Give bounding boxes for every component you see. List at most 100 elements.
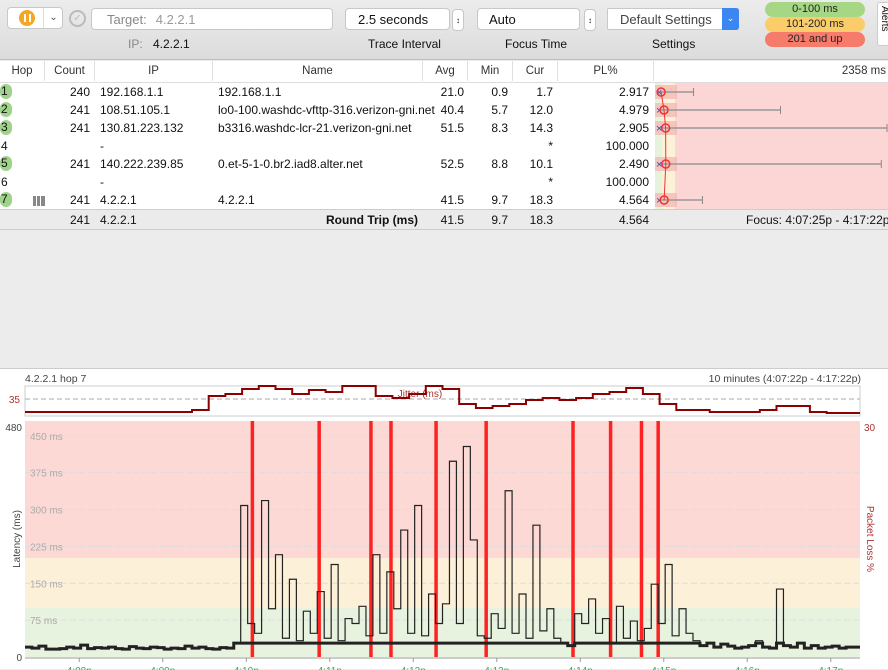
cell-hop: 3 (0, 120, 12, 135)
pl-top: 30 (864, 423, 876, 434)
time-tick: 4:12p (401, 666, 426, 670)
col-name[interactable]: Name (213, 61, 423, 81)
settings-select[interactable]: Default Settings ⌄ (607, 8, 739, 30)
cell-ip: 108.51.105.1 (100, 103, 171, 117)
col-cur[interactable]: Cur (513, 61, 558, 81)
latency-bars-chart: ××××× (655, 83, 888, 209)
cell-name: 192.168.1.1 (218, 85, 282, 99)
time-tick: 4:15p (651, 666, 676, 670)
empty-area (0, 229, 888, 368)
gridline-label: 375 ms (30, 469, 63, 480)
toolbar: ⌄ ✓ Target: 4.2.2.1 IP: 4.2.2.1 2.5 seco… (0, 0, 888, 60)
cell-hop: 6 (1, 175, 8, 189)
y-zero: 0 (16, 653, 22, 664)
pause-button[interactable]: ⌄ (7, 7, 63, 29)
alerts-tab[interactable]: Alerts (877, 2, 888, 46)
cell-ip: - (100, 175, 104, 189)
cell-hop: 7 (0, 192, 12, 207)
cell-min: 0.9 (491, 85, 508, 99)
trace-interval-select[interactable]: 2.5 seconds (345, 8, 450, 30)
legend-0-100: 0-100 ms (765, 2, 865, 17)
col-hop[interactable]: Hop (0, 61, 45, 81)
legend-201-up: 201 and up (765, 32, 865, 47)
cell-pl: 100.000 (605, 175, 649, 189)
cell-ip: 130.81.223.132 (100, 121, 184, 135)
summary-pl: 4.564 (618, 213, 649, 227)
cell-cur: 10.1 (529, 157, 553, 171)
packet-loss-marker (484, 421, 488, 657)
cell-cur: * (548, 175, 553, 189)
cell-ip: 192.168.1.1 (100, 85, 164, 99)
cell-ip: 140.222.239.85 (100, 157, 184, 171)
summary-label: Round Trip (ms) (326, 213, 418, 227)
target-label: Target: (107, 11, 147, 27)
col-count[interactable]: Count (45, 61, 95, 81)
target-input[interactable]: 4.2.2.1 (156, 12, 196, 27)
cell-count: 241 (69, 193, 90, 207)
settings-value: Default Settings (620, 11, 712, 27)
hop-row[interactable]: 1 240 192.168.1.1 192.168.1.1 21.0 0.9 1.7 2.91… (0, 83, 655, 101)
cell-min: 8.8 (491, 157, 508, 171)
packet-loss-marker (317, 421, 321, 657)
cell-pl: 2.905 (618, 121, 649, 135)
cell-count: 240 (69, 85, 90, 99)
focus-time-select[interactable]: Auto (477, 8, 580, 30)
cell-min: 9.7 (491, 193, 508, 207)
hop-row[interactable]: 6 - * 100.000 (0, 173, 655, 191)
cell-hop: 2 (0, 102, 12, 117)
hop-row[interactable]: 2 241 108.51.105.1 lo0-100.washdc-vfttp-316… (0, 101, 655, 119)
col-avg[interactable]: Avg (423, 61, 468, 81)
summary-ip: 4.2.2.1 (100, 213, 137, 227)
hop-table: Hop Count IP Name Avg Min Cur PL% 2358 m… (0, 61, 888, 229)
cell-count: 241 (69, 103, 90, 117)
cell-cur: 12.0 (529, 103, 553, 117)
cell-count: 241 (69, 121, 90, 135)
summary-cur: 18.3 (529, 213, 553, 227)
time-tick: 4:16p (735, 666, 760, 670)
gridline-label: 75 ms (30, 616, 57, 627)
settings-label: Settings (652, 37, 696, 51)
trace-interval-stepper[interactable]: ↕ (452, 9, 464, 31)
col-pl[interactable]: PL% (558, 61, 654, 81)
jitter-tick: 35 (9, 395, 21, 406)
time-tick: 4:10p (234, 666, 259, 670)
chevron-down-icon[interactable]: ⌄ (722, 8, 739, 30)
gridline-label: 225 ms (30, 542, 63, 553)
focus-time-value: Auto (489, 11, 516, 27)
hop-row[interactable]: 4 - * 100.000 (0, 137, 655, 155)
y-top: 480 (5, 423, 22, 434)
cell-pl: 4.979 (618, 103, 649, 117)
packet-loss-marker (369, 421, 373, 657)
cell-hop: 4 (1, 139, 8, 153)
summary-avg: 41.5 (440, 213, 464, 227)
target-field[interactable]: Target: 4.2.2.1 (91, 8, 333, 30)
graph-icon[interactable] (33, 196, 45, 206)
hop-row[interactable]: 5 241 140.222.239.85 0.et-5-1-0.br2.iad8.al… (0, 155, 655, 173)
cell-count: 241 (69, 157, 90, 171)
latency-chart[interactable]: 35 Jitter (ms) 450 ms375 ms300 ms225 ms1… (0, 369, 888, 670)
cell-avg: 21.0 (440, 85, 464, 99)
summary-count: 241 (69, 213, 90, 227)
col-min[interactable]: Min (468, 61, 513, 81)
hop-row[interactable]: 7 241 4.2.2.1 4.2.2.1 41.5 9.7 18.3 4.564 (0, 191, 655, 209)
cell-cur: * (548, 139, 553, 153)
check-icon[interactable]: ✓ (69, 10, 86, 27)
chevron-down-icon[interactable]: ⌄ (43, 8, 63, 28)
summary-min: 9.7 (491, 213, 508, 227)
cell-pl: 100.000 (605, 139, 649, 153)
cell-min: 5.7 (491, 103, 508, 117)
latency-graph-panel: 4.2.2.1 hop 7 10 minutes (4:07:22p - 4:1… (0, 368, 888, 670)
hop-row[interactable]: 3 241 130.81.223.132 b3316.washdc-lcr-21.ve… (0, 119, 655, 137)
packet-loss-marker (639, 421, 644, 657)
focus-time-stepper[interactable]: ↕ (584, 9, 596, 31)
legend-101-200: 101-200 ms (765, 17, 865, 32)
gridline-label: 300 ms (30, 506, 63, 517)
packet-loss-marker (250, 421, 255, 657)
cell-name: lo0-100.washdc-vfttp-316.verizon-gni.net (218, 103, 435, 117)
time-tick: 4:14p (568, 666, 593, 670)
cell-ip: - (100, 139, 104, 153)
gridline-label: 150 ms (30, 579, 63, 590)
y-axis-label: Latency (ms) (12, 510, 23, 568)
col-ip[interactable]: IP (95, 61, 213, 81)
summary-row: 241 4.2.2.1 Round Trip (ms) 41.5 9.7 18.… (0, 209, 888, 229)
